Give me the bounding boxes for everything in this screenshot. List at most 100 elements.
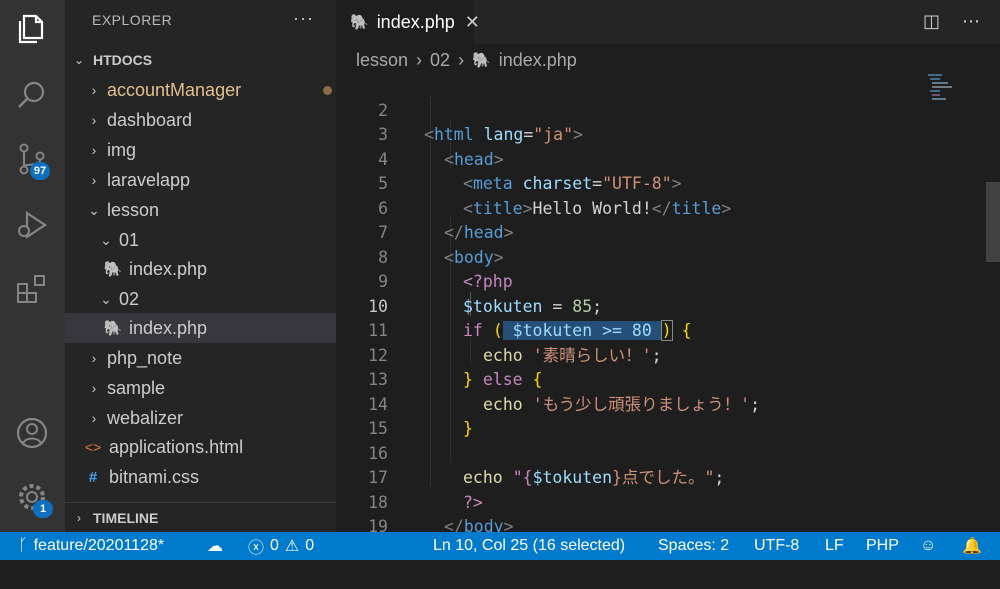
- more-actions-icon[interactable]: ⋯: [962, 11, 980, 32]
- minimap[interactable]: [928, 72, 962, 132]
- chevron-down-icon: ⌄: [73, 53, 85, 67]
- chevron-down-icon: ⌄: [88, 201, 100, 218]
- tree-item-applications-html[interactable]: <> applications.html: [65, 432, 336, 462]
- warning-icon: ⚠: [284, 538, 300, 555]
- html-file-icon: <>: [84, 439, 102, 455]
- chevron-right-icon: ›: [91, 350, 97, 366]
- code-line: 18 </body>: [368, 492, 514, 537]
- code-line: 5 <title>Hello World!</title>: [378, 174, 732, 218]
- tab-bar: 🐘 index.php ✕ ◫ ⋯: [336, 0, 1000, 44]
- editor-actions: ◫ ⋯: [923, 11, 980, 32]
- tab-label: index.php: [376, 11, 455, 32]
- extensions-icon[interactable]: [15, 272, 49, 306]
- notifications-bell-icon[interactable]: 🔔: [962, 532, 982, 560]
- language-mode[interactable]: PHP: [866, 532, 899, 560]
- explorer-icon[interactable]: [15, 12, 49, 46]
- chevron-right-icon: ›: [91, 410, 97, 426]
- timeline-label: TIMELINE: [93, 510, 159, 526]
- tree-item-label: index.php: [129, 258, 208, 279]
- end-of-line[interactable]: LF: [825, 532, 844, 560]
- tree-item-label: index.php: [129, 317, 208, 338]
- tree-item-index-php-01[interactable]: 🐘 index.php: [65, 254, 336, 284]
- chevron-right-icon: ›: [91, 82, 97, 98]
- code-line: 17 ?>: [368, 468, 483, 512]
- breadcrumb-item[interactable]: index.php: [499, 50, 577, 71]
- scrollbar-thumb[interactable]: [986, 182, 1000, 262]
- tree-item-webalizer[interactable]: › webalizer: [65, 403, 336, 433]
- error-icon: ⓧ: [248, 540, 265, 557]
- tree-item-dashboard[interactable]: › dashboard: [65, 105, 336, 135]
- explorer-title: EXPLORER: [92, 12, 173, 28]
- settings-badge: 1: [33, 500, 53, 518]
- activity-bar: 97 1: [0, 0, 65, 532]
- tree-item-php-note[interactable]: › php_note: [65, 343, 336, 373]
- code-line: 6 </head>: [378, 198, 514, 243]
- breadcrumb-item[interactable]: 02: [430, 50, 450, 71]
- tree-item-02[interactable]: ⌄ 02: [65, 284, 336, 314]
- tab-index-php[interactable]: 🐘 index.php ✕: [336, 0, 480, 44]
- tree-item-laravelapp[interactable]: › laravelapp: [65, 165, 336, 195]
- php-file-icon: 🐘: [103, 261, 123, 278]
- search-icon[interactable]: [15, 78, 49, 112]
- close-icon[interactable]: ✕: [465, 12, 480, 33]
- run-debug-icon[interactable]: [15, 208, 49, 242]
- branch-name: feature/20201128*: [33, 537, 165, 554]
- code-line: 19 </html>: [368, 517, 493, 561]
- chevron-right-icon: ›: [91, 172, 97, 188]
- account-icon[interactable]: [15, 416, 49, 450]
- tree-item-label: php_note: [107, 347, 183, 368]
- chevron-right-icon: ›: [77, 511, 81, 525]
- encoding[interactable]: UTF-8: [754, 532, 799, 560]
- tree-item-label: webalizer: [107, 407, 184, 428]
- tree-item-bitnami-css[interactable]: # bitnami.css: [65, 462, 336, 492]
- more-actions-icon[interactable]: ···: [293, 8, 314, 29]
- code-line: 14 }: [368, 394, 473, 439]
- modified-dot-icon: [323, 86, 332, 95]
- breadcrumb: lesson › 02 › 🐘 index.php: [356, 46, 577, 74]
- code-line: 8 <?php: [378, 247, 513, 292]
- chevron-right-icon: ›: [91, 142, 97, 158]
- tree-item-lesson[interactable]: ⌄ lesson: [65, 195, 336, 225]
- css-file-icon: #: [88, 468, 98, 486]
- workspace-root[interactable]: ⌄ HTDOCS: [65, 45, 336, 75]
- tree-item-index-php-02[interactable]: 🐘 index.php: [65, 313, 336, 343]
- php-file-icon: 🐘: [103, 320, 123, 337]
- tree-item-accountmanager[interactable]: › accountManager: [65, 75, 336, 105]
- tree-item-img[interactable]: › img: [65, 135, 336, 165]
- status-bar: ᚴ feature/20201128* ☁ ⓧ 0 ⚠ 0 Ln 10, Col…: [0, 532, 1000, 560]
- problems-indicator[interactable]: ⓧ 0 ⚠ 0: [248, 532, 314, 560]
- vertical-scrollbar[interactable]: [986, 72, 1000, 532]
- tree-item-label: dashboard: [107, 109, 193, 130]
- sync-icon[interactable]: ☁: [207, 532, 223, 560]
- feedback-icon[interactable]: ☺: [920, 532, 936, 560]
- tree-item-label: 02: [119, 288, 140, 309]
- git-branch-icon: ᚴ: [18, 537, 28, 554]
- tree-item-sample[interactable]: › sample: [65, 373, 336, 403]
- indentation[interactable]: Spaces: 2: [658, 532, 729, 560]
- tree-item-01[interactable]: ⌄ 01: [65, 225, 336, 255]
- timeline-section[interactable]: › TIMELINE: [65, 502, 336, 532]
- code-line: 9 $tokuten = 85;: [378, 272, 603, 316]
- editor-area: 🐘 index.php ✕ ◫ ⋯ lesson › 02 › 🐘 index.…: [336, 0, 1000, 561]
- code-line: 11 echo '素晴らしい！';: [368, 321, 662, 365]
- php-file-icon: 🐘: [472, 52, 491, 69]
- tree-item-label: applications.html: [109, 436, 244, 457]
- workspace-root-label: HTDOCS: [93, 52, 153, 68]
- code-line: 2 <html lang="ja">: [378, 100, 583, 145]
- split-editor-icon[interactable]: ◫: [923, 11, 940, 32]
- breadcrumb-item[interactable]: lesson: [356, 50, 408, 71]
- chevron-right-icon: ›: [91, 380, 97, 396]
- cursor-position[interactable]: Ln 10, Col 25 (16 selected): [433, 532, 625, 560]
- explorer-sidebar: EXPLORER ··· ⌄ HTDOCS › accountManager ›…: [65, 0, 336, 532]
- code-line-current: 10 if ( $tokuten >= 80 ) {: [368, 296, 692, 341]
- tree-item-label: bitnami.css: [109, 466, 200, 487]
- tree-item-label: lesson: [107, 199, 160, 220]
- code-line: 12 } else {: [368, 345, 543, 390]
- code-line: 4 <meta charset="UTF-8">: [378, 149, 682, 194]
- warning-count: 0: [305, 537, 315, 554]
- chevron-right-icon: ›: [416, 49, 423, 70]
- branch-indicator[interactable]: ᚴ feature/20201128*: [18, 532, 164, 560]
- tree-item-label: 01: [119, 229, 140, 250]
- chevron-down-icon: ⌄: [100, 231, 112, 248]
- tree-item-label: laravelapp: [107, 169, 191, 190]
